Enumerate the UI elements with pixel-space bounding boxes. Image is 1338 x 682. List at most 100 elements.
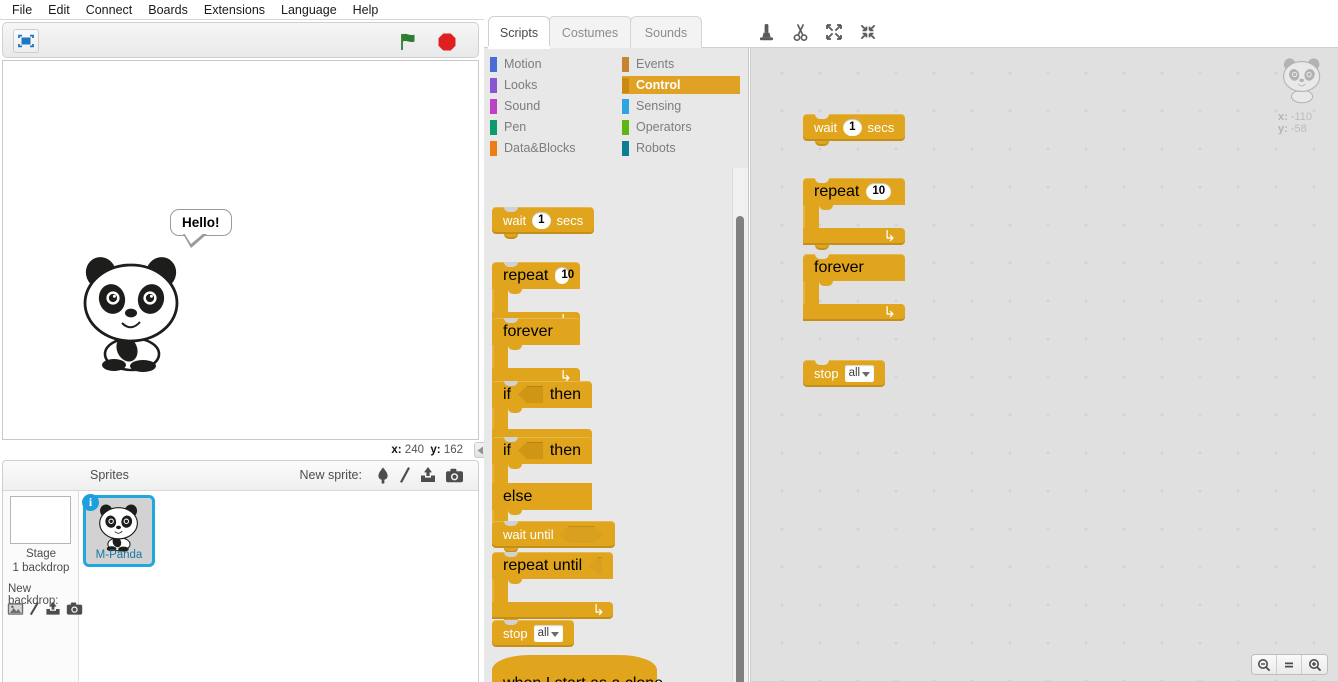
block-boolean-slot[interactable] — [518, 442, 543, 459]
sprite-watermark: x: -110 y: -58 — [1278, 56, 1330, 135]
panda-sprite[interactable] — [81, 251, 193, 378]
canvas-block-wait[interactable]: wait 1 secs — [803, 114, 906, 146]
watermark-x-value: -110 — [1290, 111, 1313, 123]
palette-block-repeat[interactable]: repeat 10 ↳ — [492, 262, 580, 334]
sprite-card-m-panda[interactable]: i M-Panda — [82, 494, 155, 567]
block-c-foot: ↳ — [803, 304, 905, 321]
block-number-input[interactable]: 10 — [555, 267, 574, 284]
block-inner-notch — [508, 345, 522, 350]
menu-item-help[interactable]: Help — [345, 1, 387, 19]
loop-arrow-icon: ↳ — [592, 602, 605, 619]
menu-item-edit[interactable]: Edit — [40, 1, 78, 19]
palette-block-wait-until[interactable]: wait until — [492, 521, 615, 553]
scissors-cut-icon[interactable] — [790, 22, 810, 42]
watermark-y-value: -58 — [1290, 123, 1307, 135]
panda-sprite-watermark-icon — [1283, 58, 1321, 104]
speech-bubble: Hello! — [170, 209, 232, 248]
category-events[interactable]: Events — [622, 55, 740, 73]
palette-block-repeat-until[interactable]: repeat until ↳ — [492, 552, 613, 624]
menu-item-boards[interactable]: Boards — [140, 1, 196, 19]
palette-block-when-start-as-clone[interactable]: when I start as a clone — [492, 655, 663, 682]
block-number-input[interactable]: 1 — [532, 212, 551, 229]
camera-icon[interactable] — [445, 467, 464, 489]
block-bump — [815, 141, 829, 146]
block-c-arm — [492, 579, 508, 602]
menu-item-extensions[interactable]: Extensions — [196, 1, 273, 19]
palette-block-if-then-else[interactable]: if then else — [492, 437, 592, 551]
line-draw-icon[interactable] — [399, 466, 411, 489]
block-boolean-slot[interactable] — [589, 557, 602, 574]
upload-icon[interactable] — [45, 601, 61, 621]
category-label: Motion — [504, 57, 542, 71]
canvas-block-forever[interactable]: forever ↳ — [803, 254, 905, 321]
block-number-input[interactable]: 1 — [843, 119, 862, 136]
stage-selector-column: Stage 1 backdrop New backdrop: — [3, 491, 83, 682]
speech-bubble-text: Hello! — [182, 215, 220, 230]
green-flag-button[interactable] — [396, 30, 420, 54]
zoom-in-button[interactable] — [1302, 655, 1327, 674]
category-data-and-blocks[interactable]: Data&Blocks — [490, 139, 600, 157]
block-number-input[interactable]: 10 — [866, 183, 892, 200]
block-boolean-slot[interactable] — [518, 386, 543, 403]
sprite-name-label: M-Panda — [95, 549, 143, 561]
menu-item-connect[interactable]: Connect — [78, 1, 141, 19]
category-label: Data&Blocks — [504, 141, 576, 155]
stage-canvas[interactable]: Hello! — [2, 60, 479, 440]
block-bump — [504, 234, 518, 239]
category-list: Motion Looks Sound Pen Data&Blocks Event… — [484, 55, 749, 165]
new-sprite-label: New sprite: — [299, 468, 362, 482]
zoom-out-button[interactable] — [1252, 655, 1277, 674]
shrink-icon[interactable] — [858, 22, 878, 42]
menu-item-language[interactable]: Language — [273, 1, 345, 19]
block-label: when I start as a clone — [503, 670, 663, 682]
block-label: if — [503, 442, 511, 459]
palette-block-wait[interactable]: wait 1 secs — [492, 207, 595, 239]
script-canvas[interactable]: x: -110 y: -58 wait 1 secs repeat 10 ↳ f… — [750, 48, 1338, 682]
category-control[interactable]: Control — [622, 76, 740, 94]
sprite-list: i M-Panda — [80, 491, 478, 682]
presentation-mode-button[interactable] — [13, 29, 39, 53]
block-dropdown[interactable]: all — [844, 365, 875, 382]
stamp-duplicate-icon[interactable] — [756, 22, 776, 42]
stage-caption: Stage 1 backdrop — [3, 547, 79, 575]
palette-block-forever[interactable]: forever ↳ — [492, 318, 580, 385]
block-label: wait — [503, 213, 527, 228]
category-pen[interactable]: Pen — [490, 118, 600, 136]
chevron-left-icon — [477, 446, 483, 454]
category-swatch — [490, 140, 497, 156]
tab-scripts[interactable]: Scripts — [488, 16, 550, 48]
block-c-foot: ↳ — [803, 228, 905, 245]
paint-icon[interactable] — [29, 601, 40, 621]
tab-sounds[interactable]: Sounds — [630, 16, 702, 48]
category-robots[interactable]: Robots — [622, 139, 740, 157]
block-label: repeat — [503, 267, 549, 284]
canvas-block-repeat[interactable]: repeat 10 ↳ — [803, 178, 905, 250]
palette-block-stop[interactable]: stop all — [492, 620, 575, 647]
category-swatch — [622, 77, 629, 93]
tab-costumes[interactable]: Costumes — [548, 16, 632, 48]
watermark-x-label: x: — [1278, 111, 1288, 123]
category-sound[interactable]: Sound — [490, 97, 600, 115]
image-library-icon[interactable] — [7, 602, 24, 621]
category-operators[interactable]: Operators — [622, 118, 740, 136]
block-boolean-slot[interactable] — [559, 526, 604, 543]
category-looks[interactable]: Looks — [490, 76, 600, 94]
category-sensing[interactable]: Sensing — [622, 97, 740, 115]
block-label: then — [549, 386, 581, 403]
paint-brush-icon[interactable] — [375, 466, 391, 489]
grow-icon[interactable] — [824, 22, 844, 42]
category-label: Looks — [504, 78, 538, 92]
zoom-out-icon — [1258, 658, 1271, 671]
block-label: repeat — [814, 183, 860, 200]
palette-block-if-then[interactable]: if then — [492, 381, 592, 451]
stop-all-button[interactable] — [436, 31, 458, 53]
menu-item-file[interactable]: File — [4, 1, 40, 19]
block-dropdown[interactable]: all — [533, 625, 564, 642]
block-inner-notch — [508, 464, 522, 469]
block-label: stop — [503, 626, 528, 641]
stage-thumbnail[interactable] — [10, 496, 71, 544]
canvas-block-stop[interactable]: stop all — [803, 360, 886, 387]
zoom-reset-button[interactable] — [1277, 655, 1302, 674]
upload-icon[interactable] — [419, 466, 437, 489]
category-motion[interactable]: Motion — [490, 55, 600, 73]
